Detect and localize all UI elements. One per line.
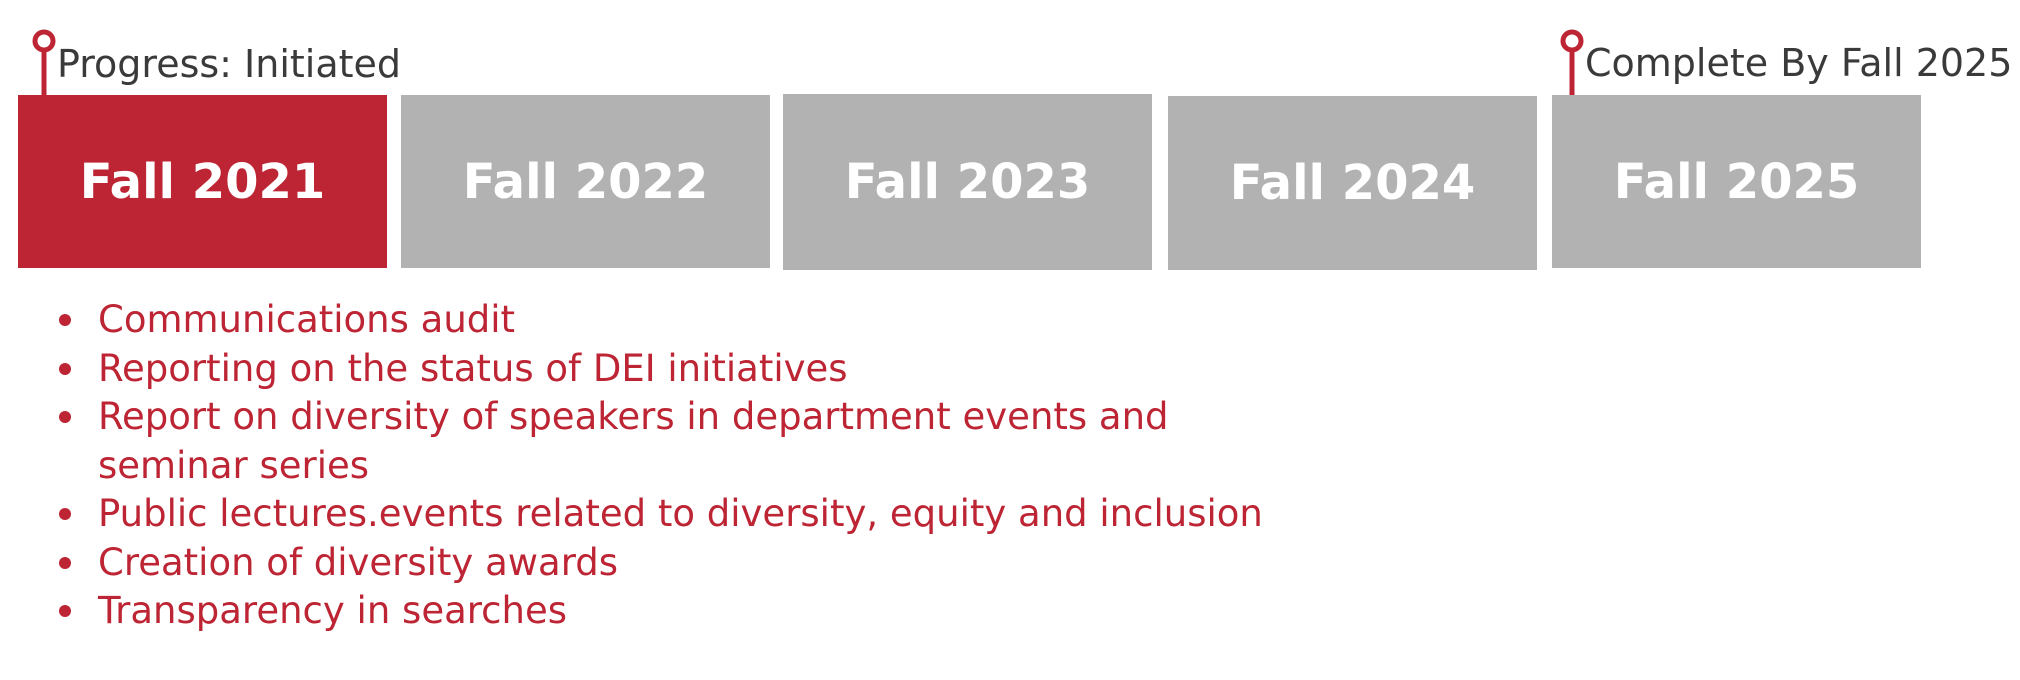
timeline-block-fall-2022: Fall 2022 xyxy=(401,95,770,268)
completion-target-label: Complete By Fall 2025 xyxy=(1585,41,2013,85)
start-pin-marker-icon xyxy=(32,29,56,97)
end-pin-marker-icon xyxy=(1560,29,1584,97)
timeline-block-fall-2021: Fall 2021 xyxy=(18,95,387,268)
timeline-block-fall-2024: Fall 2024 xyxy=(1168,96,1537,270)
list-item-line: Report on diversity of speakers in depar… xyxy=(98,395,1169,438)
list-item-line: seminar series xyxy=(98,443,370,487)
list-item: Creation of diversity awards xyxy=(59,539,1358,588)
progress-status-label: Progress: Initiated xyxy=(57,42,402,86)
timeline-block-fall-2023: Fall 2023 xyxy=(783,94,1152,270)
timeline-block-fall-2025: Fall 2025 xyxy=(1552,95,1921,268)
list-item: Reporting on the status of DEI initiativ… xyxy=(59,345,1358,394)
list-item: Public lectures.events related to divers… xyxy=(59,490,1358,539)
list-item: Communications audit xyxy=(59,296,1358,345)
list-item: Transparency in searches xyxy=(59,587,1358,636)
initiative-list: Communications audit Reporting on the st… xyxy=(59,296,1358,636)
list-item: Report on diversity of speakers in depar… xyxy=(59,393,1358,490)
